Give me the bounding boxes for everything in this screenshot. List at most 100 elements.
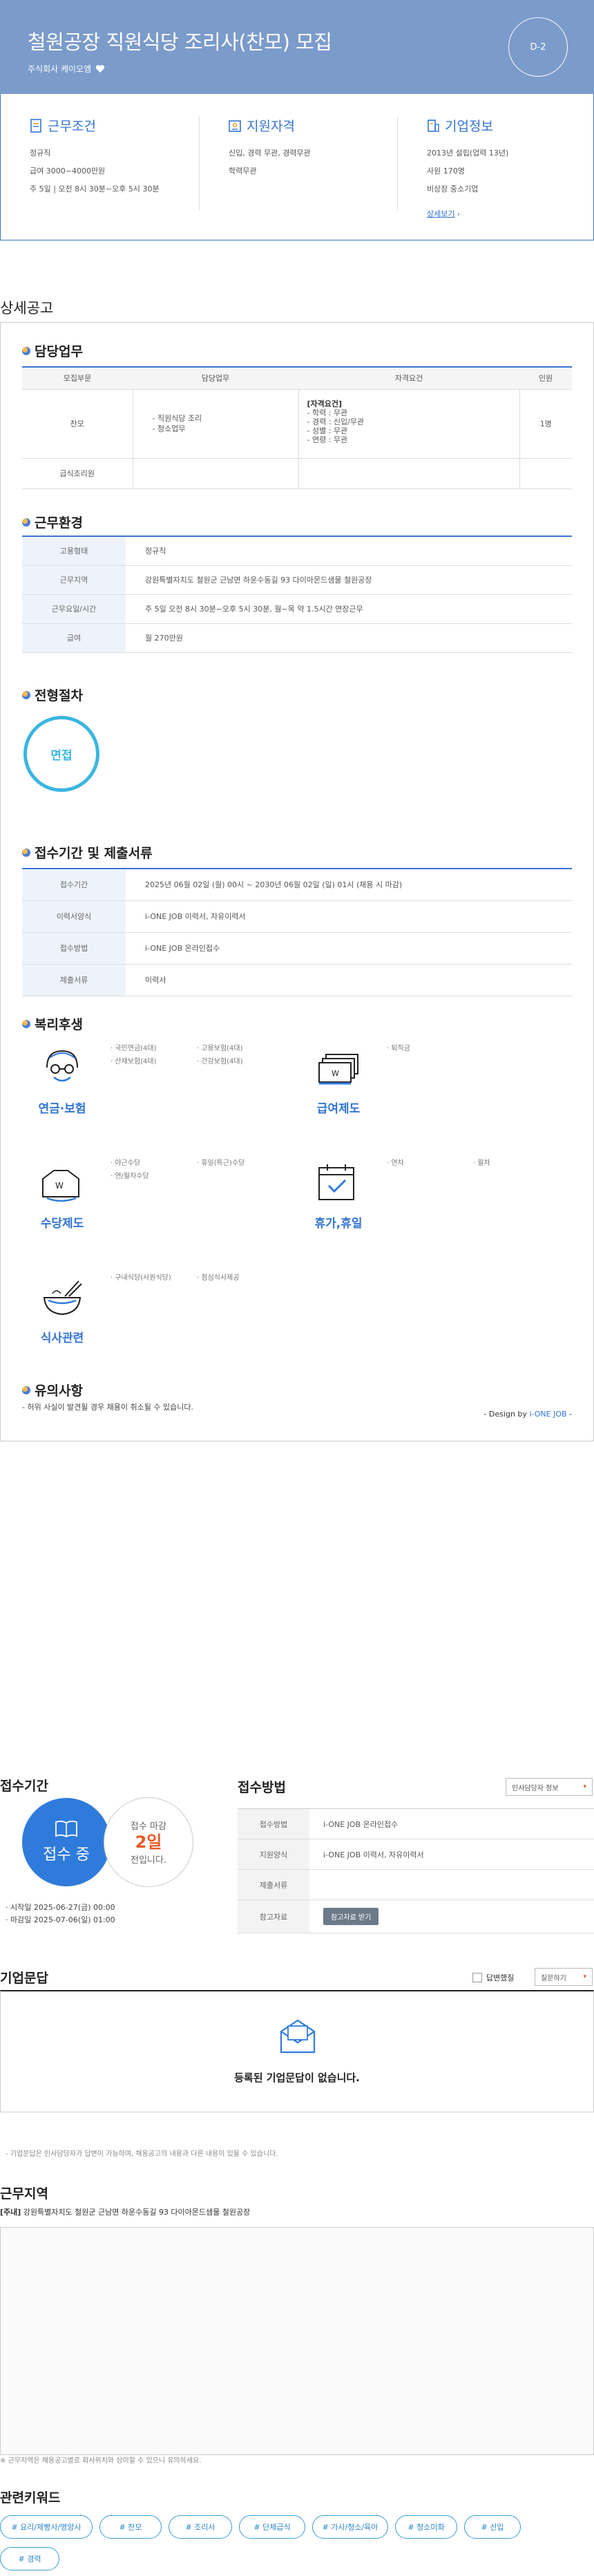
company-detail-link[interactable]: 상세보기 [427,209,454,218]
keyword-tag[interactable]: # 가사/청소/육아 [312,2515,388,2539]
location-address-row: [주내] 강원특별자치도 철원군 근남면 하운수동길 93 다이아몬드샘물 철원… [0,2206,250,2217]
welfare-item: · 월차 [473,1159,490,1167]
table-row: 이력서양식 i-ONE JOB 이력서, 자유이력서 [22,900,572,933]
qna-title: 기업문답 [0,1971,48,1986]
apply-period-title: 접수기간 및 제출서류 [35,846,153,861]
table-row: 제출서류 [238,1869,594,1900]
keyword-tag[interactable]: # 단체급식 [239,2515,305,2539]
location-prefix: [주내] [0,2208,21,2217]
row-value: 2025년 06월 02일 (월) 00시 ~ 2030년 06월 02일 (일… [126,869,572,901]
table-row: 찬모 - 직원식당 조리 - 청소업무 [자격요건] - 학력 : 무관 - 경… [22,389,572,459]
welfare-group-title: 연금·보험 [38,1102,86,1116]
chevron-right-icon[interactable]: › [457,211,460,218]
task-item: - 직원식당 조리 [152,414,202,423]
column-header: 자격요건 [298,366,519,390]
welfare-items: · 야근수당 · 휴일(특근)수당 · 연/월차수당 [111,1157,269,1183]
column-header: 담당업무 [133,366,298,390]
manager-select-label: 인사담당자 정보 [512,1784,559,1792]
manager-info-select[interactable]: 인사담당자 정보 ▾ [506,1778,593,1796]
table-row: 제출서류 이력서 [22,964,572,996]
welfare-item: · 구내식당(사원식당) [111,1274,171,1282]
person-icon [229,120,241,132]
row-value: 참고자료 받기 [309,1900,594,1933]
welfare-item: · 국민연금(4대) [111,1045,157,1052]
apply-status: 접수 중 [43,1846,90,1864]
notice-heading: 유의사항 [22,1381,83,1399]
building-icon [428,119,439,132]
job-header: 철원공장 직원식당 조리사(찬모) 모집 주식회사 케이오엠 D-2 [0,0,594,94]
location-note: ※ 근무지역은 채용공고별로 회사위치와 상이할 수 있으니 유의하세요. [0,2457,202,2465]
company-name-row[interactable]: 주식회사 케이오엠 [28,63,105,75]
location-title: 근무지역 [0,2186,48,2201]
document-icon [30,118,41,133]
row-value: 정규직 [126,536,572,566]
env-table: 고용형태 정규직 근무지역 강원특별자치도 철원군 근남면 하운수동길 93 다이아… [22,536,572,653]
download-reference-button[interactable]: 참고자료 받기 [323,1908,379,1925]
company-name[interactable]: 주식회사 케이오엠 [28,63,91,75]
table-row: 급여 월 270만원 [22,623,572,653]
apply-method-table: 접수방법 i-ONE JOB 온라인접수 지원양식 i-ONE JOB 이력서, 자… [238,1808,594,1933]
work-conditions-heading: 근무조건 [30,116,202,135]
welfare-item: · 야근수당 [111,1159,141,1167]
envelope-icon [280,2019,316,2054]
welfare-group-title: 식사관련 [40,1332,84,1345]
table-row: 고용형태 정규직 [22,536,572,566]
qualifications: 지원자격 신입, 경력 무관, 경력무관 학력무관 [229,116,401,180]
table-cell: 1명 [519,389,572,459]
row-value: 주 5일 오전 8시 30분~오후 5시 30분, 월~목 약 1.5시간 연장… [126,594,572,624]
more-link-row: 상세보기 › [427,205,594,224]
table-row: 접수기간 2025년 06월 02일 (월) 00시 ~ 2030년 06월 02… [22,869,572,901]
svg-text:W: W [332,1069,339,1078]
duty-title: 담당업무 [35,344,83,359]
heart-icon[interactable] [95,64,105,73]
bullet-icon [22,346,30,355]
welfare-items: · 국민연금(4대) · 고용보험(4대) · 산재보험(4대) · 건강보험(4대… [111,1042,269,1068]
qna-sort-select[interactable]: 질문하기 ▾ [535,1968,593,1986]
row-value: 월 270만원 [126,623,572,653]
divider [199,116,200,210]
qualifications-title: 지원자격 [247,119,295,134]
location-map[interactable] [0,2227,594,2455]
design-brand: i-ONE JOB [529,1410,567,1419]
welfare-item: · 휴일(특근)수당 [197,1159,245,1167]
keyword-tag[interactable]: # 요리/제빵사/영양사 [0,2515,93,2539]
allowance-icon: W [42,1170,79,1202]
table-row: 접수방법 i-ONE JOB 온라인접수 [22,932,572,965]
row-label: 접수기간 [22,869,126,901]
table-cell: [자격요건] - 학력 : 무관 - 경력 : 신입/무관 - 성별 : 무관 … [298,389,519,459]
welfare-item: · 연차 [387,1159,404,1167]
apply-end-date: · 마감일 2025-07-06(일) 01:00 [6,1915,115,1924]
duty-table: 모집부문 담당업무 자격요건 인원 찬모 - 직원식당 조리 - 청소업무 [자… [22,366,572,489]
answered-checkbox[interactable] [472,1973,482,1982]
welfare-items: · 퇴직금 [387,1042,410,1055]
keyword-tag[interactable]: # 찬모 [99,2515,162,2539]
duty-heading: 담당업무 [22,341,83,360]
keyword-tag[interactable]: # 신입 [464,2515,521,2539]
detail-heading: 상세공고 [0,300,54,316]
table-row: 접수방법 i-ONE JOB 온라인접수 [238,1808,594,1839]
welfare-item: · 건강보험(4대) [197,1058,243,1066]
row-value: 강원특별자치도 철원군 근남면 하운수동길 93 다이아몬드샘물 철원공장 [126,565,572,595]
welfare-group-title: 급여제도 [316,1102,361,1116]
notice-title: 유의사항 [35,1383,83,1399]
apply-start-date: · 시작일 2025-06-27(금) 00:00 [6,1903,115,1912]
design-prefix: - Design by [483,1410,530,1419]
table-cell: 급식조리원 [22,458,133,489]
keyword-tag[interactable]: # 조리사 [169,2515,232,2539]
job-title: 철원공장 직원식당 조리사(찬모) 모집 [28,30,332,54]
process-step: 면접 [23,716,99,792]
row-label: 고용형태 [22,536,126,566]
caret-down-icon: ▾ [583,1783,586,1790]
keyword-tag[interactable]: # 청소미화 [395,2515,457,2539]
svg-text:W: W [55,1181,64,1191]
job-summary: 근무조건 정규직 급여 3000~4000만원 주 5일 | 오전 8시 30분… [0,94,594,240]
row-label: 급여 [22,623,126,653]
design-suffix: - [566,1410,572,1419]
row-label: 근무지역 [22,565,126,595]
requirement-item: - 경력 : 신입/무관 [307,417,365,426]
bullet-icon [22,518,30,527]
deadline-days: 2일 [135,1832,162,1852]
answered-filter[interactable]: 답변했질 [472,1972,514,1983]
caret-down-icon: ▾ [583,1973,586,1980]
keyword-tag[interactable]: # 경력 [0,2547,59,2570]
